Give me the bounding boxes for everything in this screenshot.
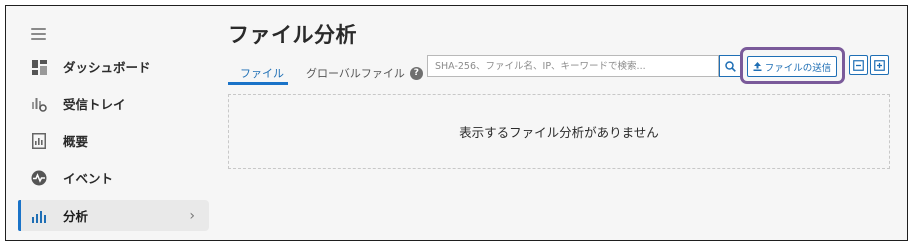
bar-chart-icon <box>31 208 47 224</box>
dashboard-icon <box>31 59 47 75</box>
sidebar: ダッシュボード 受信トレイ 概要 イベント 分析 › <box>6 6 211 240</box>
sidebar-item-label: 受信トレイ <box>63 97 126 112</box>
report-icon <box>31 133 47 149</box>
tab-files[interactable]: ファイル <box>240 62 284 84</box>
hamburger-menu-icon[interactable] <box>31 28 46 40</box>
tab-global-files[interactable]: グローバルファイル ? <box>306 62 423 84</box>
help-icon[interactable]: ? <box>409 66 423 80</box>
submit-file-label: ファイルの送信 <box>764 62 832 74</box>
collapse-all-button[interactable] <box>849 55 868 75</box>
empty-state-panel: 表示するファイル分析がありません <box>228 94 890 169</box>
sidebar-item-label: 概要 <box>63 134 89 149</box>
sidebar-item-analysis[interactable]: 分析 › <box>18 200 209 231</box>
sidebar-item-inbox[interactable]: 受信トレイ <box>18 88 209 119</box>
empty-state-message: 表示するファイル分析がありません <box>459 125 659 140</box>
pulse-icon <box>31 170 47 186</box>
chevron-right-icon: › <box>189 207 195 224</box>
sidebar-item-overview[interactable]: 概要 <box>18 125 209 156</box>
collapse-icon <box>853 59 864 71</box>
upload-icon <box>753 62 762 71</box>
sidebar-item-dashboard[interactable]: ダッシュボード <box>18 51 209 82</box>
expand-all-button[interactable] <box>870 55 889 75</box>
expand-icon <box>874 59 885 71</box>
search-icon <box>724 60 736 72</box>
tab-label: ファイル <box>240 67 284 80</box>
active-tab-indicator <box>228 82 288 85</box>
tab-label: グローバルファイル <box>306 67 405 80</box>
submit-file-button[interactable]: ファイルの送信 <box>747 56 837 77</box>
app-frame: ダッシュボード 受信トレイ 概要 イベント 分析 › ファイル分析 ファイル グ… <box>5 5 908 241</box>
search-button[interactable] <box>719 55 741 77</box>
inbox-tray-icon <box>31 96 47 112</box>
sidebar-item-events[interactable]: イベント <box>18 162 209 193</box>
sidebar-item-label: イベント <box>63 171 114 186</box>
search-input[interactable] <box>427 55 719 77</box>
sidebar-item-label: 分析 <box>63 209 89 224</box>
sidebar-item-label: ダッシュボード <box>63 60 151 75</box>
page-title: ファイル分析 <box>228 23 357 47</box>
